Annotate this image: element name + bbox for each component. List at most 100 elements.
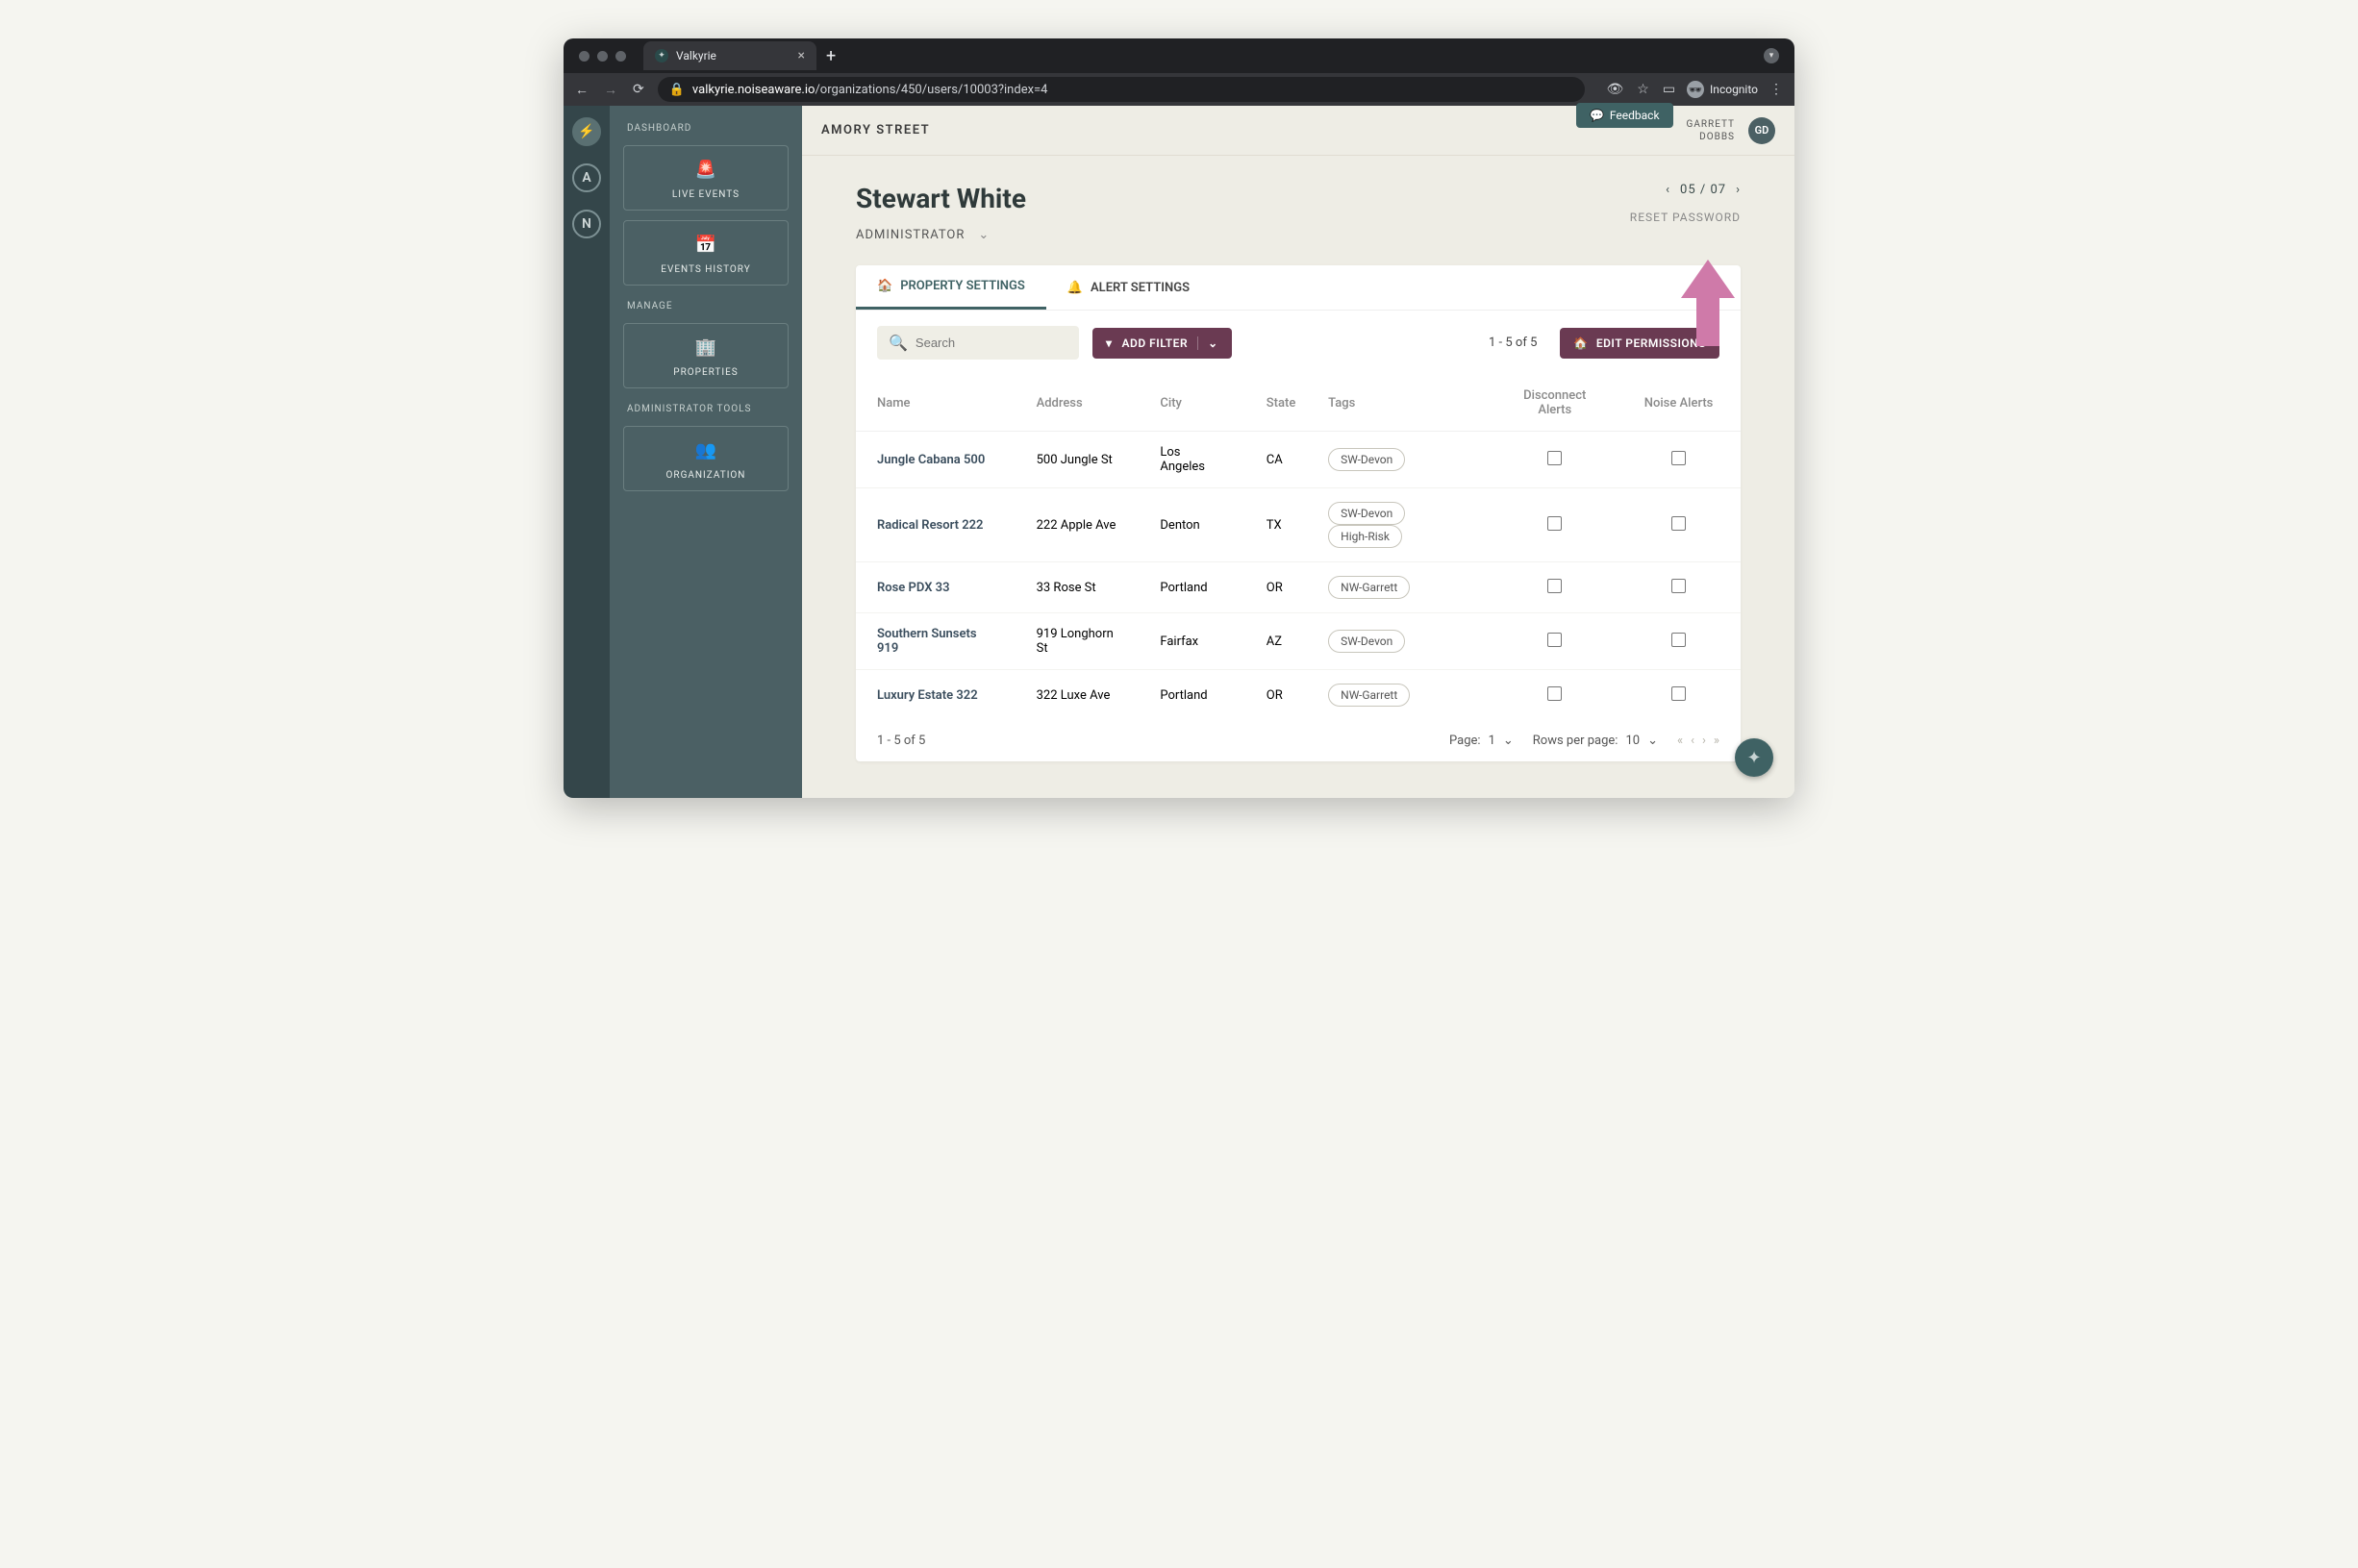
chevron-down-icon: ⌄ [978,228,990,242]
noise-checkbox[interactable] [1671,633,1686,647]
table-row: Jungle Cabana 500 500 Jungle St Los Ange… [856,432,1741,488]
cell-address: 222 Apple Ave [1016,488,1140,562]
sidebar-item-live-events[interactable]: 🚨 LIVE EVENTS [623,145,789,211]
pager-label: 05 / 07 [1680,183,1726,197]
nav-reload-icon[interactable]: ⟳ [631,82,646,97]
add-filter-button[interactable]: ▾ ADD FILTER ⌄ [1092,328,1232,359]
tab-alert-settings[interactable]: 🔔 ALERT SETTINGS [1046,265,1211,310]
tab-list-icon[interactable]: ▾ [1764,48,1779,63]
col-noise[interactable]: Noise Alerts [1617,375,1741,432]
window-zoom[interactable] [615,51,626,62]
calendar-icon: 📅 [632,235,780,255]
cell-city: Portland [1139,562,1244,613]
col-disconnect[interactable]: Disconnect Alerts [1493,375,1617,432]
compass-icon: ✦ [1746,748,1761,768]
nav-back-icon[interactable]: ← [573,82,590,98]
feedback-button[interactable]: 💬 Feedback [1576,103,1673,128]
col-state[interactable]: State [1245,375,1307,432]
table-row: Radical Resort 222 222 Apple Ave Denton … [856,488,1741,562]
properties-table: Name Address City State Tags Disconnect … [856,375,1741,720]
property-link[interactable]: Jungle Cabana 500 [877,453,985,467]
chevron-down-icon: ⌄ [1647,734,1658,748]
noise-checkbox[interactable] [1671,516,1686,531]
home-icon: 🏠 [1573,336,1588,350]
col-name[interactable]: Name [856,375,1016,432]
cell-tags: NW-Garrett [1307,562,1493,613]
search-field[interactable] [916,336,1067,350]
rail-item-n[interactable]: N [572,210,601,238]
eye-off-icon[interactable]: 👁 [1604,82,1625,97]
new-tab-button[interactable]: + [816,46,845,66]
cell-state: TX [1245,488,1307,562]
window-close[interactable] [579,51,590,62]
tab-property-settings[interactable]: 🏠 PROPERTY SETTINGS [856,265,1046,310]
role-dropdown[interactable]: ADMINISTRATOR ⌄ [856,228,1026,242]
disconnect-checkbox[interactable] [1547,516,1562,531]
avatar[interactable]: GD [1748,117,1775,144]
browser-tab[interactable]: ✦ Valkyrie × [643,41,816,70]
search-icon: 🔍 [889,334,908,352]
noise-checkbox[interactable] [1671,451,1686,465]
menu-icon[interactable]: ⋮ [1768,82,1785,97]
building-icon: 🏢 [632,337,780,358]
pager-prev-icon[interactable]: ‹ [1666,183,1670,197]
tag-pill: SW-Devon [1328,630,1405,653]
chevron-down-icon: ⌄ [1208,336,1218,350]
property-link[interactable]: Radical Resort 222 [877,518,983,533]
annotation-pointer-icon [1681,260,1735,346]
cell-tags: SW-DevonHigh-Risk [1307,488,1493,562]
cell-state: CA [1245,432,1307,488]
chevron-down-icon: ⌄ [1503,734,1514,748]
property-link[interactable]: Southern Sunsets 919 [877,627,977,656]
window-minimize[interactable] [597,51,608,62]
cast-icon[interactable]: ▭ [1661,82,1677,97]
sidebar-section-dashboard: DASHBOARD [617,117,794,139]
property-link[interactable]: Rose PDX 33 [877,581,950,595]
cell-tags: SW-Devon [1307,432,1493,488]
url-field[interactable]: 🔒 valkyrie.noiseaware.io/organizations/4… [658,77,1586,102]
star-icon[interactable]: ☆ [1635,82,1651,97]
sidebar-item-properties[interactable]: 🏢 PROPERTIES [623,323,789,388]
cell-address: 33 Rose St [1016,562,1140,613]
cell-state: OR [1245,670,1307,721]
cell-city: Portland [1139,670,1244,721]
col-tags[interactable]: Tags [1307,375,1493,432]
siren-icon: 🚨 [632,160,780,180]
cell-tags: SW-Devon [1307,613,1493,670]
col-city[interactable]: City [1139,375,1244,432]
disconnect-checkbox[interactable] [1547,451,1562,465]
col-address[interactable]: Address [1016,375,1140,432]
property-link[interactable]: Luxury Estate 322 [877,688,978,703]
cell-address: 322 Luxe Ave [1016,670,1140,721]
cell-address: 500 Jungle St [1016,432,1140,488]
tag-pill: NW-Garrett [1328,684,1410,707]
sidebar-section-admin: ADMINISTRATOR TOOLS [617,398,794,420]
page-next-icon: › [1702,734,1706,748]
noise-checkbox[interactable] [1671,686,1686,701]
rail-item-a[interactable]: A [572,163,601,192]
user-name-block: GARRETT DOBBS [1687,118,1735,143]
sidebar-item-events-history[interactable]: 📅 EVENTS HISTORY [623,220,789,286]
favicon-icon: ✦ [655,49,668,62]
tab-close-icon[interactable]: × [798,49,805,62]
sidebar-item-organization[interactable]: 👥 ORGANIZATION [623,426,789,491]
disconnect-checkbox[interactable] [1547,633,1562,647]
noise-checkbox[interactable] [1671,579,1686,593]
browser-tab-strip: ✦ Valkyrie × + ▾ [564,38,1794,73]
help-fab[interactable]: ✦ [1735,738,1773,777]
browser-address-bar: ← → ⟳ 🔒 valkyrie.noiseaware.io/organizat… [564,73,1794,106]
reset-password-button[interactable]: RESET PASSWORD [1630,211,1741,224]
page-first-icon: « [1677,734,1683,748]
rows-per-page-selector[interactable]: Rows per page: 10 ⌄ [1533,734,1658,748]
org-chart-icon: 👥 [632,440,780,460]
table-header-row: Name Address City State Tags Disconnect … [856,375,1741,432]
tag-pill: NW-Garrett [1328,576,1410,599]
pager-next-icon[interactable]: › [1736,183,1741,197]
chat-icon: 💬 [1590,109,1604,122]
disconnect-checkbox[interactable] [1547,579,1562,593]
nav-forward-icon: → [602,82,619,98]
rail-item-logo[interactable]: ⚡ [572,117,601,146]
page-selector[interactable]: Page: 1 ⌄ [1449,734,1514,748]
disconnect-checkbox[interactable] [1547,686,1562,701]
search-input[interactable]: 🔍 [877,326,1079,360]
